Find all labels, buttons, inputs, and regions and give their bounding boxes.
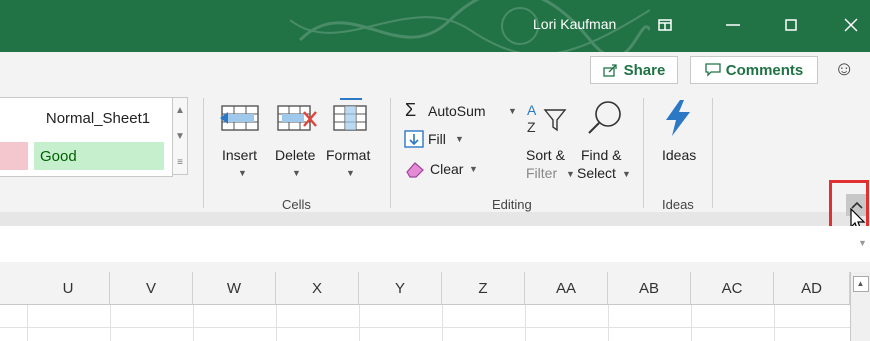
smiley-icon[interactable]: ☺ (834, 58, 854, 81)
column-header-y[interactable]: Y (359, 272, 442, 304)
cells-group-label: Cells (282, 197, 311, 212)
comments-label: Comments (725, 61, 804, 79)
sort-filter-icon[interactable]: A Z (525, 100, 571, 136)
column-header-v[interactable]: V (110, 272, 193, 304)
column-header-aa[interactable]: AA (525, 272, 608, 304)
sort-dropdown-icon[interactable]: ▼ (566, 169, 575, 179)
grid-line (193, 305, 194, 341)
style-good[interactable]: Good (34, 142, 164, 170)
svg-text:Z: Z (527, 119, 536, 135)
insert-dropdown-icon[interactable]: ▼ (238, 168, 247, 178)
format-label[interactable]: Format (326, 147, 370, 163)
column-header-x[interactable]: X (276, 272, 359, 304)
clear-label[interactable]: Clear (430, 161, 463, 177)
comment-icon (705, 63, 721, 77)
column-header-ab[interactable]: AB (608, 272, 691, 304)
find-label-1[interactable]: Find & (581, 147, 621, 163)
fill-icon[interactable] (404, 130, 424, 148)
grid-line (774, 305, 775, 341)
column-header-w[interactable]: W (193, 272, 276, 304)
ideas-lightning-icon[interactable] (662, 98, 694, 138)
share-label: Share (623, 61, 666, 79)
insert-cells-icon[interactable] (218, 100, 262, 134)
ideas-group-label: Ideas (662, 197, 694, 212)
separator (203, 98, 204, 208)
format-cells-icon[interactable] (328, 96, 372, 134)
grid-line (27, 305, 28, 341)
sort-label-2[interactable]: Filter (526, 165, 557, 181)
grid-line (691, 305, 692, 341)
expand-formula-icon[interactable]: ▼ (858, 238, 867, 248)
separator (712, 98, 713, 208)
more-icon[interactable]: ≡ (173, 150, 187, 176)
autosum-dropdown-icon[interactable]: ▼ (508, 106, 517, 116)
separator (390, 98, 391, 208)
find-dropdown-icon[interactable]: ▼ (622, 169, 631, 179)
delete-cells-icon[interactable] (274, 100, 318, 134)
format-dropdown-icon[interactable]: ▼ (346, 168, 355, 178)
sort-label-1[interactable]: Sort & (526, 147, 565, 163)
user-name[interactable]: Lori Kaufman (533, 16, 616, 32)
grid-line (276, 305, 277, 341)
clear-eraser-icon[interactable] (404, 160, 426, 178)
scroll-down-icon[interactable]: ▼ (173, 124, 187, 150)
grid-line (608, 305, 609, 341)
delete-label[interactable]: Delete (275, 147, 315, 163)
ribbon-display-options-icon[interactable] (652, 12, 678, 38)
scroll-up-arrow-icon[interactable]: ▲ (852, 276, 869, 292)
find-label-2[interactable]: Select (577, 165, 616, 181)
sheet-gap (0, 262, 870, 272)
minimize-icon[interactable] (720, 12, 746, 38)
title-bar: Lori Kaufman (0, 0, 870, 52)
vertical-scrollbar[interactable]: ▲ (850, 272, 870, 341)
style-bad-swatch[interactable] (0, 142, 28, 170)
style-normal[interactable]: Normal_Sheet1 (34, 105, 162, 131)
share-button[interactable]: Share (590, 56, 678, 84)
maximize-icon[interactable] (778, 12, 804, 38)
delete-dropdown-icon[interactable]: ▼ (292, 168, 301, 178)
insert-label[interactable]: Insert (222, 147, 257, 163)
ideas-label[interactable]: Ideas (662, 147, 696, 163)
clear-dropdown-icon[interactable]: ▼ (469, 164, 478, 174)
fill-label[interactable]: Fill (428, 131, 446, 147)
grid-line (442, 305, 443, 341)
styles-gallery-scroller[interactable]: ▲ ▼ ≡ (172, 97, 188, 175)
find-select-icon[interactable] (585, 98, 625, 136)
share-icon (602, 64, 617, 77)
svg-text:A: A (527, 102, 537, 118)
formula-bar-area[interactable] (0, 226, 870, 263)
column-header-u[interactable]: U (27, 272, 110, 304)
grid-line (110, 305, 111, 341)
scroll-up-icon[interactable]: ▲ (173, 98, 187, 124)
editing-group-label: Editing (492, 197, 532, 212)
grid-row-line (0, 327, 850, 328)
grid-line (525, 305, 526, 341)
fill-dropdown-icon[interactable]: ▼ (455, 134, 464, 144)
autosum-icon[interactable]: Σ (405, 100, 416, 121)
ribbon-bottom-edge (0, 212, 870, 227)
grid-line (359, 305, 360, 341)
autosum-label[interactable]: AutoSum (428, 103, 486, 119)
grid-area[interactable] (0, 305, 850, 341)
column-header-ad[interactable]: AD (774, 272, 850, 304)
comments-button[interactable]: Comments (690, 56, 818, 84)
column-header-ac[interactable]: AC (691, 272, 774, 304)
column-header-z[interactable]: Z (442, 272, 525, 304)
separator (643, 98, 644, 208)
close-icon[interactable] (838, 12, 864, 38)
